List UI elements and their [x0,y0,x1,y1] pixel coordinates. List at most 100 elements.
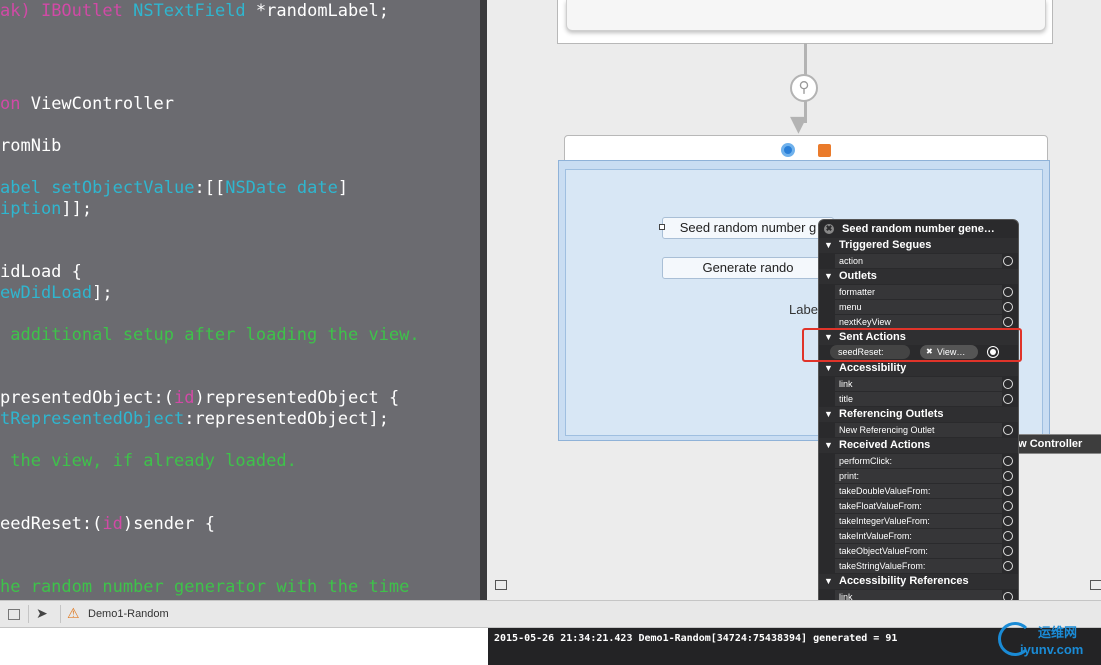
view-controller-tag[interactable]: ew Controller [1007,434,1101,454]
code-token: eedReset:( [0,514,103,534]
code-line[interactable]: ewDidLoad]; [0,282,113,304]
code-line[interactable]: abel setObjectValue:[[NSDate date] [0,177,348,199]
hud-connection-row[interactable]: takeObjectValueFrom: [835,544,1013,559]
hud-section[interactable]: ▼ Accessibility References [819,574,1018,589]
code-line[interactable]: the view, if already loaded. [0,450,297,472]
hud-connection-row[interactable]: formatter [835,285,1013,300]
connection-circle-icon[interactable] [1003,486,1013,496]
first-responder-cube-icon[interactable] [818,144,831,157]
code-line[interactable]: on ViewController [0,93,174,115]
panel-toggle-icon[interactable] [8,609,20,620]
connection-circle-icon[interactable] [1003,561,1013,571]
scheme-label[interactable]: Demo1-Random [88,608,169,620]
connection-circle-icon[interactable] [1003,471,1013,481]
watermark-bottom: iyunv.com [1020,642,1084,657]
code-token: presentedObject:( [0,388,174,408]
segue-icon[interactable]: ⚲ [790,74,818,102]
hud-section[interactable]: ▼ Received Actions [819,438,1018,453]
code-token: on [0,94,31,114]
hud-connection-row[interactable]: takeStringValueFrom: [835,559,1013,574]
app-scheme-icon[interactable]: ⚠ [67,605,80,622]
code-token: ViewController [30,94,175,114]
watermark-top: 运维网 [1038,625,1078,640]
editor-divider[interactable] [480,0,487,600]
disclosure-triangle-icon[interactable]: ▼ [824,407,833,422]
code-line[interactable]: eedReset:(id)sender { [0,513,215,535]
code-token: :representedObject]; [184,409,389,429]
connection-circle-icon[interactable] [1003,287,1013,297]
right-panel-toggle-icon[interactable] [1090,580,1101,590]
connection-circle-icon[interactable] [1003,394,1013,404]
hud-connection-row[interactable]: takeIntValueFrom: [835,529,1013,544]
disclosure-triangle-icon[interactable]: ▼ [824,574,833,589]
hud-row-label: title [839,394,854,404]
code-line[interactable]: ak) IBOutlet NSTextField *randomLabel; [0,0,389,22]
hud-connection-row[interactable]: print: [835,469,1013,484]
code-line[interactable]: romNib [0,135,61,157]
connection-circle-icon[interactable] [1003,531,1013,541]
hud-row-label: takeIntegerValueFrom: [839,516,930,526]
hud-section[interactable]: ▼ Triggered Segues [819,238,1018,253]
code-line[interactable]: presentedObject:(id)representedObject { [0,387,399,409]
hud-connection-row[interactable]: takeDoubleValueFrom: [835,484,1013,499]
disclosure-triangle-icon[interactable]: ▼ [824,238,833,253]
disclosure-triangle-icon[interactable]: ▼ [824,361,833,376]
hud-section[interactable]: ▼ Referencing Outlets [819,407,1018,422]
generate-button[interactable]: Generate rando [662,257,834,279]
close-icon[interactable]: ✖ [824,224,834,234]
connection-circle-icon[interactable] [1003,302,1013,312]
hud-connection-row[interactable]: New Referencing Outlet [835,423,1013,438]
seed-random-button[interactable]: Seed random number g [662,217,834,239]
connection-circle-icon[interactable] [1003,456,1013,466]
code-line[interactable]: iption]]; [0,198,92,220]
console-output: 2015-05-26 21:34:21.423 Demo1-Random[347… [494,633,898,644]
hud-section-title: Triggered Segues [839,239,932,251]
hud-section[interactable]: ▼ Accessibility [819,361,1018,376]
code-token: tRepresentedObject [0,409,185,429]
connection-circle-icon[interactable] [1003,546,1013,556]
code-editor[interactable]: ak) IBOutlet NSTextField *randomLabel; on… [0,0,480,600]
connection-circle-icon[interactable] [1003,425,1013,435]
hud-connection-row[interactable]: takeIntegerValueFrom: [835,514,1013,529]
code-line[interactable]: he random number generator with the time [0,576,409,598]
code-token: ] [337,178,349,198]
hud-row-label: takeFloatValueFrom: [839,501,922,511]
code-line[interactable]: tRepresentedObject:representedObject]; [0,408,389,430]
code-line[interactable]: idLoad { [0,261,82,283]
code-line[interactable]: additional setup after loading the view. [0,324,419,346]
connection-circle-icon[interactable] [1003,379,1013,389]
connection-circle-icon[interactable] [1003,317,1013,327]
code-token: id [174,388,195,408]
code-token: NSTextField [133,1,256,21]
hud-connection-row[interactable]: title [835,392,1013,407]
connection-circle-icon[interactable] [1003,516,1013,526]
disclosure-triangle-icon[interactable]: ▼ [824,438,833,453]
sent-actions-highlight [802,328,1022,362]
hud-connection-row[interactable]: link [835,377,1013,392]
hud-connection-row[interactable]: performClick: [835,454,1013,469]
connection-circle-icon[interactable] [1003,256,1013,266]
hud-connection-row[interactable]: takeFloatValueFrom: [835,499,1013,514]
variables-pane [0,628,488,665]
bottom-bar: ➤ ⚠ Demo1-Random [0,600,1101,628]
hud-connection-row[interactable]: action [835,254,1013,269]
code-token: NSDate [225,178,297,198]
code-token: abel [0,178,52,198]
code-token: ]]; [61,199,93,219]
hud-connection-row[interactable]: menu [835,300,1013,315]
scene-dock-bar[interactable] [564,135,1048,162]
code-token: he random number generator with the time [0,577,410,597]
hud-row-label: takeObjectValueFrom: [839,546,928,556]
document-outline-toggle-icon[interactable] [495,580,507,590]
random-label[interactable]: Labe [789,302,818,317]
connection-circle-icon[interactable] [1003,501,1013,511]
code-token: ak) [0,1,41,21]
hud-section[interactable]: ▼ Outlets [819,269,1018,284]
location-arrow-icon[interactable]: ➤ [36,605,48,622]
code-token: ]; [92,283,113,303]
resize-handle[interactable] [659,224,665,230]
connections-hud[interactable]: ✖ Seed random number gene… ▼ Triggered Se… [818,219,1019,619]
view-controller-icon[interactable] [781,143,795,157]
disclosure-triangle-icon[interactable]: ▼ [824,269,833,284]
window-scene-frame[interactable] [557,0,1053,44]
